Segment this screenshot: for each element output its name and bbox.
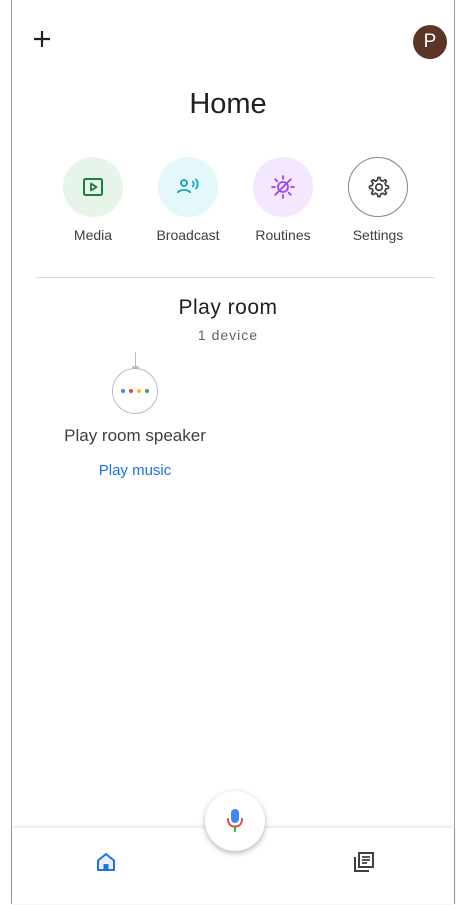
device-name: Play room speaker	[64, 426, 206, 445]
feed-icon[interactable]	[352, 850, 376, 874]
avatar-initial: P	[423, 31, 437, 52]
play-music-link[interactable]: Play music	[30, 462, 240, 479]
mic-button[interactable]	[205, 791, 265, 851]
speaker-dot-green	[145, 389, 149, 393]
app-frame	[11, 0, 455, 904]
room-device-count: 1 device	[197, 327, 259, 343]
speaker-dot-red	[129, 389, 133, 393]
home-icon[interactable]	[94, 850, 118, 874]
speaker-icon	[112, 368, 158, 414]
media-label: Media	[73, 227, 113, 243]
mic-icon	[227, 809, 243, 832]
media-icon	[63, 157, 123, 217]
broadcast-action[interactable]: Broadcast	[148, 157, 228, 243]
gear-icon	[348, 157, 408, 217]
broadcast-icon	[158, 157, 218, 217]
avatar[interactable]: P	[413, 25, 447, 59]
settings-action[interactable]: Settings	[338, 157, 418, 243]
room-title: Play room	[178, 296, 278, 319]
media-action[interactable]: Media	[53, 157, 133, 243]
broadcast-label: Broadcast	[156, 227, 220, 243]
routines-action[interactable]: Routines	[243, 157, 323, 243]
speaker-dot-blue	[121, 389, 125, 393]
routines-label: Routines	[255, 227, 311, 243]
divider	[36, 277, 435, 278]
page-title: Home	[189, 88, 267, 120]
speaker-dot-yellow	[137, 389, 141, 393]
settings-label: Settings	[352, 227, 404, 243]
routines-icon	[253, 157, 313, 217]
plus-icon[interactable]	[31, 28, 53, 50]
